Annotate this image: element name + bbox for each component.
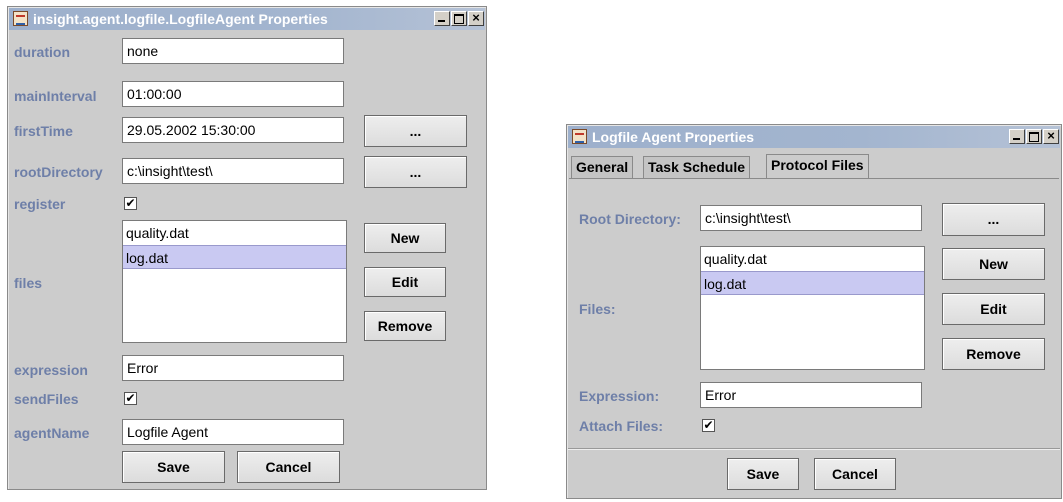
cancel-button[interactable]: Cancel: [814, 458, 896, 490]
send-files-checkbox[interactable]: ✔: [124, 392, 137, 405]
root-directory-label: Root Directory:: [579, 211, 681, 227]
agent-name-field[interactable]: Logfile Agent: [122, 419, 344, 445]
root-directory-field[interactable]: c:\insight\test\: [700, 205, 922, 231]
duration-label: duration: [14, 44, 70, 60]
attach-files-checkbox[interactable]: ✔: [702, 419, 715, 432]
files-list[interactable]: quality.dat log.dat: [700, 246, 925, 370]
list-item[interactable]: log.dat: [123, 245, 346, 269]
minimize-icon[interactable]: [1009, 129, 1025, 144]
close-icon[interactable]: ×: [1043, 129, 1059, 144]
left-properties-window: insight.agent.logfile.LogfileAgent Prope…: [7, 6, 487, 490]
close-icon[interactable]: ×: [468, 11, 484, 26]
first-time-browse-button[interactable]: ...: [364, 115, 467, 147]
send-files-label: sendFiles: [14, 391, 79, 407]
tab-general[interactable]: General: [571, 156, 634, 178]
root-directory-browse-button[interactable]: ...: [942, 203, 1045, 236]
attach-files-label: Attach Files:: [579, 418, 664, 434]
register-checkbox[interactable]: ✔: [124, 197, 137, 210]
root-directory-field[interactable]: c:\insight\test\: [122, 158, 344, 184]
right-window-title: Logfile Agent Properties: [592, 129, 755, 145]
save-button[interactable]: Save: [122, 451, 225, 483]
app-icon: [13, 11, 28, 26]
main-interval-label: mainInterval: [14, 88, 97, 104]
remove-button[interactable]: Remove: [942, 338, 1045, 370]
new-button[interactable]: New: [942, 248, 1045, 280]
right-title-bar[interactable]: Logfile Agent Properties ×: [568, 126, 1060, 148]
minimize-icon[interactable]: [434, 11, 450, 26]
list-item[interactable]: log.dat: [701, 271, 924, 295]
files-label: Files:: [579, 301, 616, 317]
duration-field[interactable]: none: [122, 38, 344, 64]
save-button[interactable]: Save: [727, 458, 799, 490]
expression-label: Expression:: [579, 388, 660, 404]
new-button[interactable]: New: [364, 223, 446, 253]
app-icon: [572, 129, 587, 144]
right-properties-window: Logfile Agent Properties × General Task …: [566, 124, 1062, 499]
edit-button[interactable]: Edit: [942, 293, 1045, 325]
tab-task-schedule[interactable]: Task Schedule: [643, 156, 751, 178]
register-label: register: [14, 196, 66, 212]
tab-divider: [569, 178, 1059, 179]
maximize-icon[interactable]: [1026, 129, 1042, 144]
files-list[interactable]: quality.dat log.dat: [122, 220, 347, 343]
edit-button[interactable]: Edit: [364, 267, 446, 297]
tab-protocol-files[interactable]: Protocol Files: [766, 154, 869, 178]
root-directory-browse-button[interactable]: ...: [364, 156, 467, 188]
files-label: files: [14, 275, 43, 291]
maximize-icon[interactable]: [451, 11, 467, 26]
first-time-label: firstTime: [14, 123, 73, 139]
list-item[interactable]: quality.dat: [123, 221, 346, 245]
left-title-bar[interactable]: insight.agent.logfile.LogfileAgent Prope…: [9, 8, 485, 30]
left-window-title: insight.agent.logfile.LogfileAgent Prope…: [33, 11, 328, 27]
first-time-field[interactable]: 29.05.2002 15:30:00: [122, 117, 344, 143]
main-interval-field[interactable]: 01:00:00: [122, 81, 344, 107]
expression-label: expression: [14, 362, 88, 378]
expression-field[interactable]: Error: [700, 382, 922, 408]
root-directory-label: rootDirectory: [14, 164, 103, 180]
list-item[interactable]: quality.dat: [701, 247, 924, 271]
footer-divider: [568, 448, 1060, 450]
remove-button[interactable]: Remove: [364, 311, 446, 341]
cancel-button[interactable]: Cancel: [237, 451, 340, 483]
agent-name-label: agentName: [14, 425, 90, 441]
expression-field[interactable]: Error: [122, 355, 344, 381]
